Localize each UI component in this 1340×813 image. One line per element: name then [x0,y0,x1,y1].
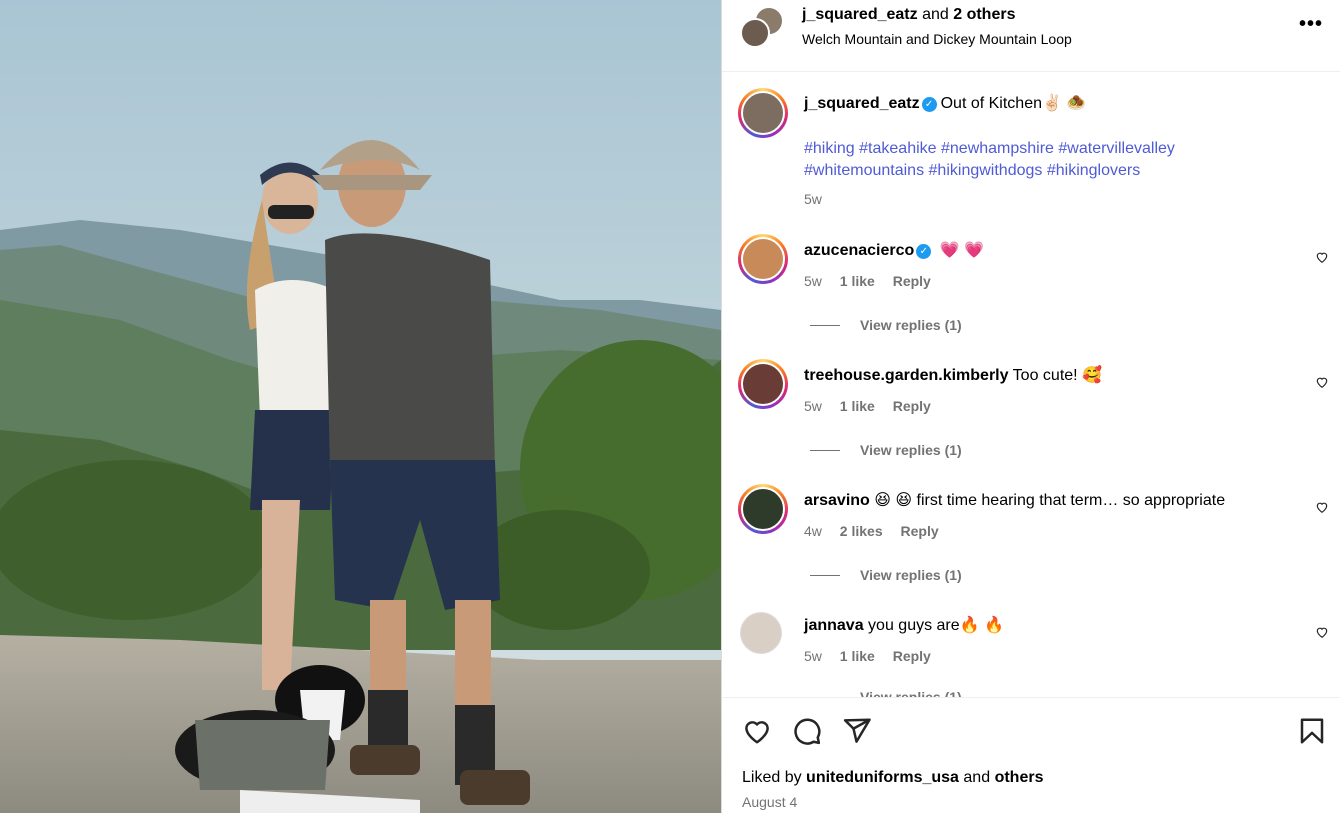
verified-badge-icon: ✓ [916,244,932,259]
comment-avatar[interactable] [738,484,788,534]
comment-avatar[interactable] [740,612,782,654]
comment-time: 4w [804,523,822,539]
others-link[interactable]: 2 others [953,6,1015,23]
hashtag-link[interactable]: #whitemountains [804,162,924,179]
hiking-photo-image [0,0,721,813]
view-replies-label: View replies (1) [860,567,962,583]
caption-username-link[interactable]: j_squared_eatz [804,95,920,112]
view-replies-label: View replies (1) [860,442,962,458]
comment-avatar[interactable] [738,234,788,284]
comment-username-link[interactable]: jannava [804,617,864,634]
post-actions: Liked by uniteduniforms_usa and others A… [722,697,1340,813]
comment-text: 💗 💗 [939,242,985,259]
reply-button[interactable]: Reply [901,523,939,539]
author-avatar[interactable] [740,18,770,48]
liked-by-prefix: Liked by [742,769,802,786]
comment-like-heart-icon[interactable] [1315,625,1329,639]
comment-text: you guys are🔥 🔥 [868,617,1004,634]
hashtag-link[interactable]: #takeahike [859,140,936,157]
caption-time: 5w [804,191,822,207]
reply-button[interactable]: Reply [893,398,931,414]
comments-list[interactable]: j_squared_eatz ✓ Out of Kitchen✌🏻 🧆 #hikin… [722,72,1340,697]
view-replies-button[interactable]: View replies (1) [810,689,962,697]
comment-meta: 5w 1 like Reply [804,398,945,414]
comment-likes[interactable]: 1 like [840,398,875,414]
comment-avatar[interactable] [738,359,788,409]
replies-dash [810,575,840,576]
post-photo[interactable] [0,0,721,813]
replies-dash [810,325,840,326]
comment-username-link[interactable]: treehouse.garden.kimberly [804,367,1009,384]
author-username-link[interactable]: j_squared_eatz [802,6,918,23]
caption-hashtags: #hiking #takeahike #newhampshire #waterv… [804,138,1234,182]
hashtag-link[interactable]: #hiking [804,140,855,157]
comment-line: azucenacierco ✓ 💗 💗 [804,240,984,260]
caption-text: Out of Kitchen✌🏻 🧆 [940,95,1087,112]
liked-by-others-link[interactable]: others [995,769,1044,786]
comment-like-heart-icon[interactable] [1315,500,1329,514]
comment-likes[interactable]: 1 like [840,648,875,664]
comment-like-heart-icon[interactable] [1315,250,1329,264]
post-dialog: j_squared_eatz and 2 others Welch Mounta… [0,0,1340,813]
comment-meta: 5w 1 like Reply [804,648,945,664]
comment-icon[interactable] [792,716,822,746]
comment-line: treehouse.garden.kimberly Too cute! 🥰 [804,365,1102,385]
comment-likes[interactable]: 2 likes [840,523,883,539]
and-text: and [922,6,949,23]
heart-icon[interactable] [742,716,772,746]
comment-time: 5w [804,648,822,664]
send-icon[interactable] [842,716,872,746]
comment-like-heart-icon[interactable] [1315,375,1329,389]
comment-text: 😆 😆 first time hearing that term… so app… [874,492,1226,509]
hashtag-link[interactable]: #watervillevalley [1058,140,1175,157]
reply-button[interactable]: Reply [893,648,931,664]
author-line: j_squared_eatz and 2 others [802,6,1015,24]
location-link[interactable]: Welch Mountain and Dickey Mountain Loop [802,31,1072,47]
verified-badge-icon: ✓ [921,97,937,112]
more-options-icon[interactable]: ••• [1299,14,1323,38]
comment-meta: 5w 1 like Reply [804,273,945,289]
view-replies-button[interactable]: View replies (1) [810,317,962,333]
view-replies-button[interactable]: View replies (1) [810,442,962,458]
hashtag-link[interactable]: #newhampshire [941,140,1054,157]
post-date[interactable]: August 4 [742,794,797,810]
comment-username-link[interactable]: azucenacierco [804,242,914,259]
collab-avatars[interactable] [740,6,784,50]
view-replies-label: View replies (1) [860,317,962,333]
view-replies-button[interactable]: View replies (1) [810,567,962,583]
post-side-panel: j_squared_eatz and 2 others Welch Mounta… [721,0,1340,813]
liked-by-and: and [963,769,991,786]
comment-time: 5w [804,273,822,289]
comment-likes[interactable]: 1 like [840,273,875,289]
view-replies-label: View replies (1) [860,689,962,697]
comment-time: 5w [804,398,822,414]
comment-line: jannava you guys are🔥 🔥 [804,615,1004,635]
hashtag-link[interactable]: #hikingwithdogs [929,162,1043,179]
caption-line: j_squared_eatz ✓ Out of Kitchen✌🏻 🧆 [804,93,1086,113]
comment-text: Too cute! 🥰 [1012,367,1102,384]
comment-meta: 4w 2 likes Reply [804,523,953,539]
replies-dash [810,450,840,451]
comment-line: arsavino 😆 😆 first time hearing that ter… [804,490,1225,510]
liked-by-user-link[interactable]: uniteduniforms_usa [806,769,959,786]
reply-button[interactable]: Reply [893,273,931,289]
comment-username-link[interactable]: arsavino [804,492,870,509]
post-header: j_squared_eatz and 2 others Welch Mounta… [722,0,1340,72]
caption-avatar[interactable] [738,88,788,138]
bookmark-icon[interactable] [1297,716,1327,746]
hashtag-link[interactable]: #hikinglovers [1047,162,1140,179]
liked-by-line: Liked by uniteduniforms_usa and others [742,769,1043,787]
